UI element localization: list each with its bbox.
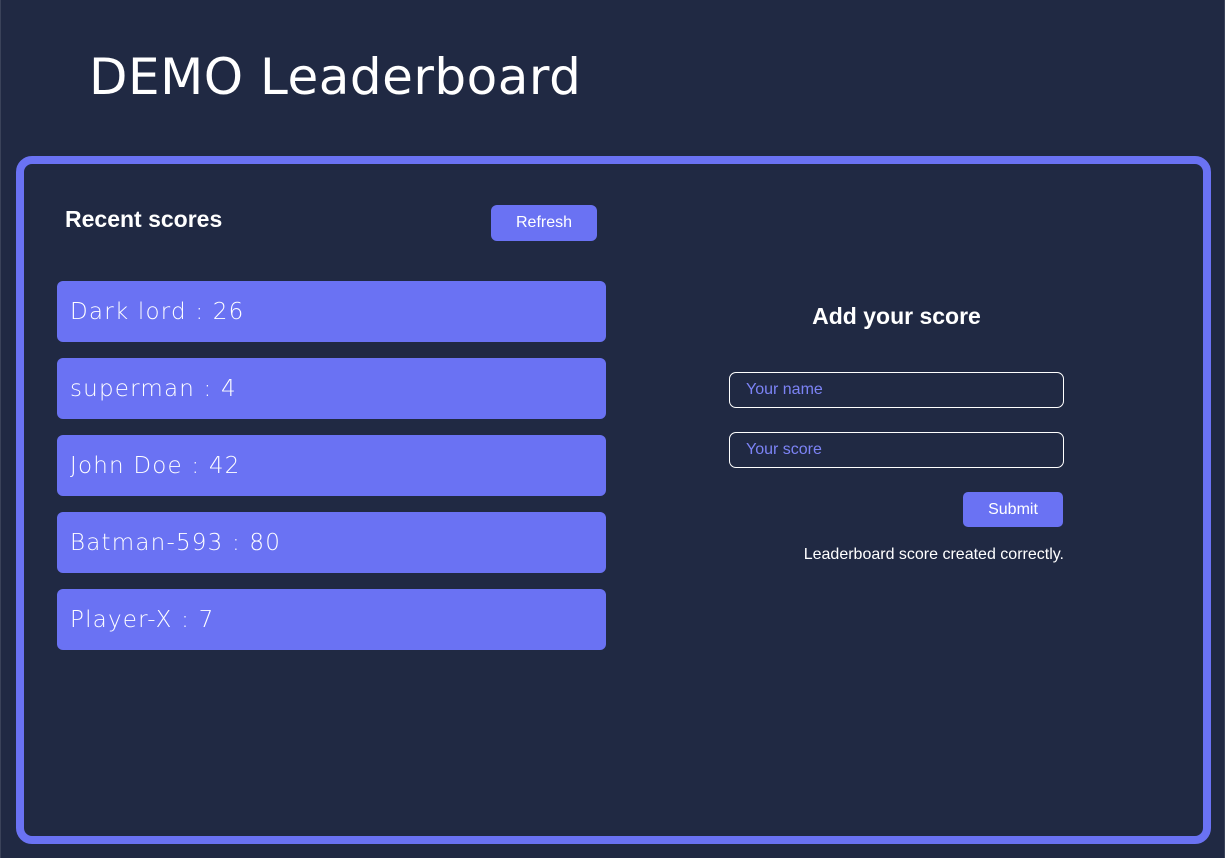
recent-scores-title: Recent scores bbox=[65, 206, 223, 232]
leaderboard-panel: Recent scores Refresh Dark lord : 26 sup… bbox=[16, 156, 1211, 844]
score-item: John Doe : 42 bbox=[57, 435, 606, 496]
status-message: Leaderboard score created correctly. bbox=[803, 546, 1064, 563]
page-title: DEMO Leaderboard bbox=[89, 48, 582, 106]
score-item: Player-X : 7 bbox=[57, 589, 606, 650]
submit-button[interactable]: Submit bbox=[963, 492, 1063, 527]
score-item: superman : 4 bbox=[57, 358, 606, 419]
score-item: Batman-593 : 80 bbox=[57, 512, 606, 573]
name-input[interactable] bbox=[729, 372, 1064, 408]
score-input[interactable] bbox=[729, 432, 1064, 468]
add-score-title: Add your score bbox=[812, 303, 981, 329]
score-list: Dark lord : 26 superman : 4 John Doe : 4… bbox=[57, 281, 606, 666]
refresh-button[interactable]: Refresh bbox=[491, 205, 597, 241]
score-item: Dark lord : 26 bbox=[57, 281, 606, 342]
